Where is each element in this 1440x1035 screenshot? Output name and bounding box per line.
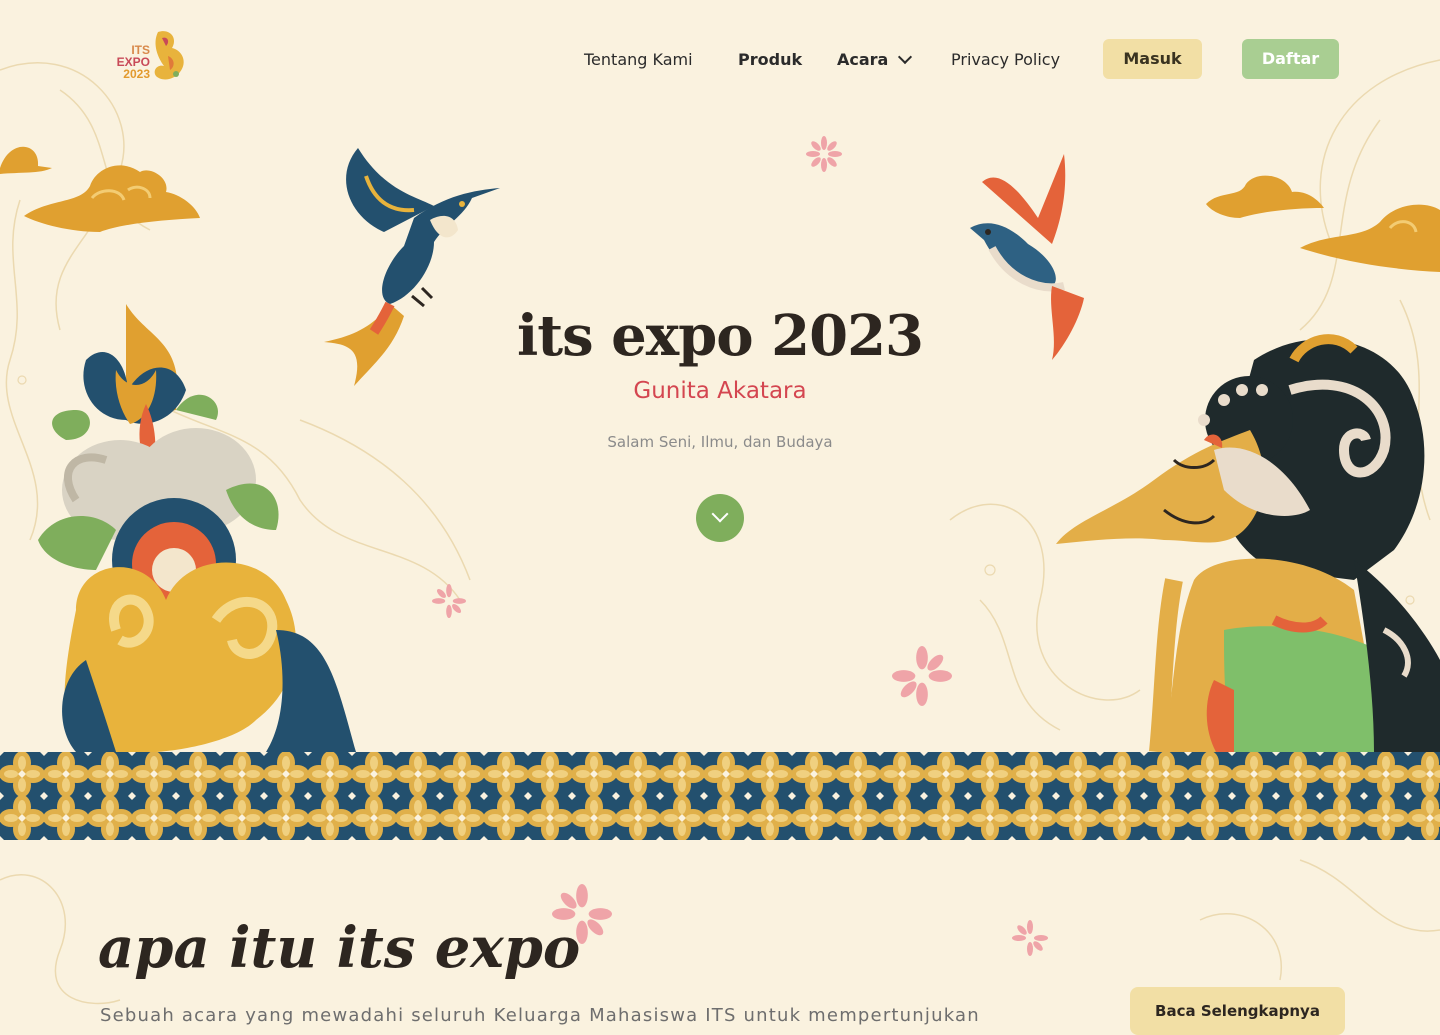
logo-wayang-icon [154,31,184,80]
flower-icon [806,136,842,172]
chevron-down-icon [711,505,729,523]
batik-kawung-band [0,752,1440,840]
floral-ornament-left [38,304,356,752]
flower-icon [1012,920,1048,956]
hero-title: its expo 2023 [516,303,924,369]
nav-item-about[interactable]: Tentang Kami [584,48,693,72]
chevron-down-icon [898,49,913,65]
about-section-title: apa itu its expo [98,915,581,981]
scroll-down-button[interactable] [696,494,744,542]
nav-item-product[interactable]: Produk [738,48,802,72]
cloud-ornament-left [0,146,200,232]
read-more-button[interactable]: Baca Selengkapnya [1130,987,1345,1035]
flower-icon [432,584,466,618]
register-button[interactable]: Daftar [1242,39,1339,79]
logo-wordmark: ITS EXPO 2023 [108,44,150,80]
hero-subtitle: Gunita Akatara [633,378,807,404]
login-button[interactable]: Masuk [1103,39,1202,79]
about-description: Sebuah acara yang mewadahi seluruh Kelua… [100,1005,980,1026]
logo-line-3: 2023 [123,67,150,81]
flower-icon [892,646,952,706]
site-logo[interactable]: ITS EXPO 2023 [108,28,192,88]
hero-tagline: Salam Seni, Ilmu, dan Budaya [607,433,833,451]
nav-item-event-label: Acara [837,50,889,69]
nav-item-privacy-policy[interactable]: Privacy Policy [951,48,1060,72]
nav-item-event-dropdown[interactable]: Acara [837,48,913,72]
wayang-figure-right [1056,334,1440,752]
cloud-ornament-right [1206,175,1440,272]
